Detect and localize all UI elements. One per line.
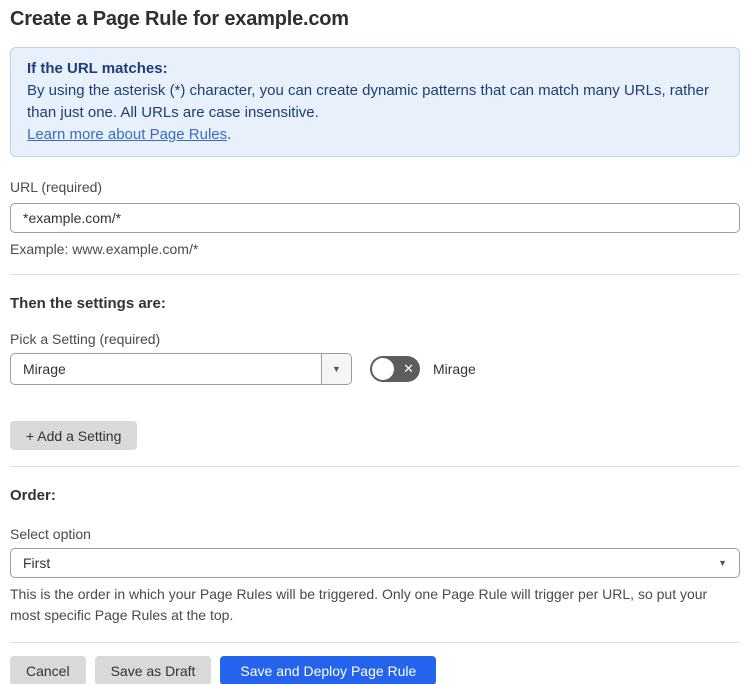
toggle-off-x-icon: ✕ — [403, 361, 414, 376]
info-box-link-line: Learn more about Page Rules. — [27, 124, 723, 146]
url-input[interactable] — [10, 203, 740, 233]
chevron-down-icon: ▼ — [718, 557, 727, 568]
learn-more-link[interactable]: Learn more about Page Rules — [27, 126, 227, 143]
settings-section-heading: Then the settings are: — [10, 295, 166, 312]
save-as-draft-button[interactable]: Save as Draft — [94, 656, 212, 684]
divider — [10, 642, 740, 643]
page-rule-form: Create a Page Rule for example.com If th… — [0, 8, 750, 684]
order-select-value: First — [23, 555, 51, 571]
setting-select-arrow-button[interactable]: ▼ — [321, 354, 351, 384]
toggle-knob — [372, 358, 394, 380]
page-title: Create a Page Rule for example.com — [10, 8, 349, 30]
divider — [10, 466, 740, 467]
info-box-body: By using the asterisk (*) character, you… — [27, 82, 709, 121]
toggle-label: Mirage — [433, 361, 476, 377]
url-field-label: URL (required) — [10, 179, 103, 195]
info-box-heading: If the URL matches: — [27, 60, 168, 77]
divider — [10, 274, 740, 275]
setting-row: Mirage ▼ ✕ Mirage — [10, 353, 740, 385]
mirage-toggle[interactable]: ✕ — [370, 356, 420, 382]
chevron-down-icon: ▼ — [332, 363, 341, 374]
setting-picker-label: Pick a Setting (required) — [10, 331, 161, 347]
order-select[interactable]: First ▼ — [10, 548, 740, 578]
footer-actions: Cancel Save as Draft Save and Deploy Pag… — [10, 656, 740, 684]
cancel-button[interactable]: Cancel — [10, 656, 86, 684]
url-helper-text: Example: www.example.com/* — [10, 241, 199, 257]
add-setting-button[interactable]: + Add a Setting — [10, 421, 138, 450]
order-select-label: Select option — [10, 526, 91, 542]
setting-select-value: Mirage — [23, 361, 66, 377]
order-helper-text: This is the order in which your Page Rul… — [10, 586, 708, 623]
order-section-heading: Order: — [10, 487, 56, 504]
link-suffix: . — [227, 126, 232, 143]
save-and-deploy-button[interactable]: Save and Deploy Page Rule — [220, 656, 437, 684]
url-match-info-box: If the URL matches: By using the asteris… — [10, 47, 740, 157]
setting-select[interactable]: Mirage ▼ — [10, 353, 352, 385]
